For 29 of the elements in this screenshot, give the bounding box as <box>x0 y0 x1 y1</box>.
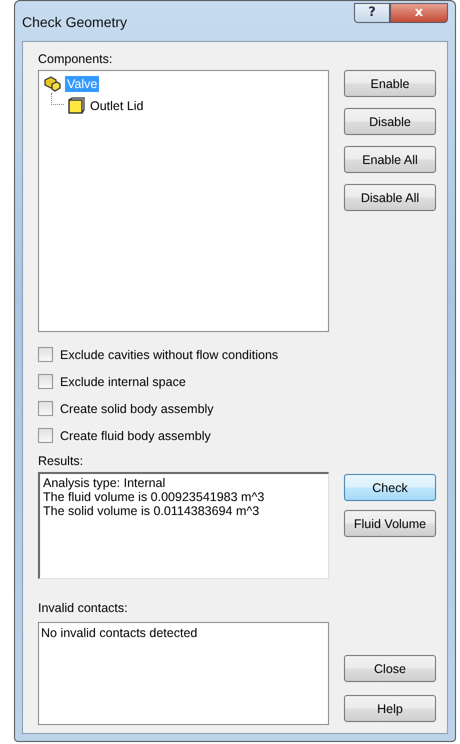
component-button[interactable]: Disable All <box>344 184 436 211</box>
checkbox-label[interactable]: Create fluid body assembly <box>60 428 211 442</box>
invalid-contacts-label: Invalid contacts: <box>38 601 129 616</box>
component-button[interactable]: Enable All <box>344 146 436 173</box>
checkbox-label[interactable]: Exclude internal space <box>60 374 186 388</box>
result-button[interactable]: Check <box>344 474 436 501</box>
component-button[interactable]: Disable <box>344 108 436 135</box>
help-button[interactable]: ? <box>354 3 390 23</box>
footer-button[interactable]: Close <box>344 655 436 682</box>
assembly-icon <box>43 75 61 93</box>
result-line: Analysis type: Internal <box>43 476 166 490</box>
checkbox-label[interactable]: Exclude cavities without flow conditions <box>60 348 278 362</box>
checkbox[interactable] <box>38 347 53 362</box>
window-title: Check Geometry <box>22 14 128 30</box>
tree-item[interactable]: Outlet Lid <box>43 95 324 117</box>
part-icon <box>67 97 85 115</box>
components-label: Components: <box>38 52 114 67</box>
checkbox[interactable] <box>38 374 53 389</box>
checkbox-label[interactable]: Create solid body assembly <box>60 402 214 416</box>
tree-item-label[interactable]: Outlet Lid <box>88 98 146 114</box>
contacts-line: No invalid contacts detected <box>41 626 198 640</box>
result-line: The solid volume is 0.0114383694 m^3 <box>43 504 260 518</box>
result-button[interactable]: Fluid Volume <box>344 510 436 537</box>
result-line: The fluid volume is 0.00923541983 m^3 <box>43 490 266 504</box>
footer-button[interactable]: Help <box>344 695 436 722</box>
checkbox[interactable] <box>38 428 53 443</box>
checkbox[interactable] <box>38 401 53 416</box>
component-button[interactable]: Enable <box>344 70 436 97</box>
results-label: Results: <box>38 454 84 469</box>
